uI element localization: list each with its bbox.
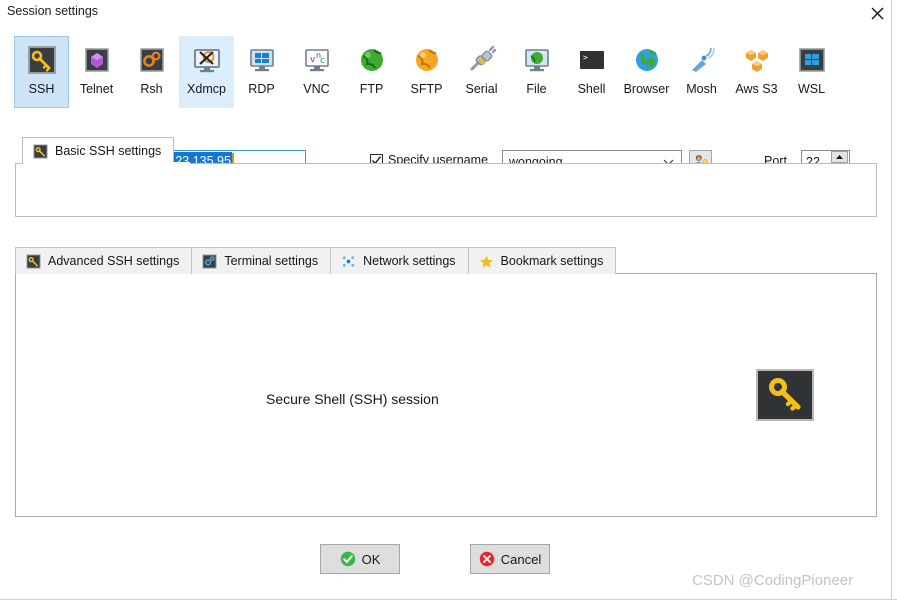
- protocol-label: Aws S3: [735, 82, 778, 96]
- tab-bookmark-settings[interactable]: Bookmark settings: [467, 247, 617, 274]
- basic-ssh-settings-group: Basic SSH settings Remote host * 172.23.…: [15, 137, 877, 217]
- protocol-label: SFTP: [410, 82, 443, 96]
- ok-button[interactable]: OK: [320, 544, 400, 574]
- tab-label: Network settings: [363, 254, 456, 268]
- protocol-label: SSH: [28, 82, 55, 96]
- window-bottom-border: [0, 599, 897, 604]
- session-settings-window: Session settings SSH Telnet Rsh Xdmcp RD…: [0, 0, 897, 604]
- tab-label: Bookmark settings: [500, 254, 604, 268]
- star-icon: [479, 254, 493, 268]
- protocol-wsl[interactable]: WSL: [784, 36, 839, 108]
- protocol-sftp[interactable]: SFTP: [399, 36, 454, 108]
- protocol-label: File: [526, 82, 547, 96]
- protocol-label: Telnet: [79, 82, 114, 96]
- protocol-ssh[interactable]: SSH: [14, 36, 69, 108]
- session-description: Secure Shell (SSH) session: [266, 391, 439, 407]
- basic-ssh-settings-body: [15, 163, 877, 217]
- xdmcp-monitor-icon: [193, 49, 220, 73]
- sftp-globe-icon: [415, 49, 438, 71]
- protocol-rsh[interactable]: Rsh: [124, 36, 179, 108]
- protocol-label: Mosh: [686, 82, 717, 96]
- aws-s3-icon: [745, 50, 768, 72]
- ftp-globe-icon: [360, 49, 383, 71]
- protocol-label: RDP: [248, 82, 275, 96]
- watermark: CSDN @CodingPioneer: [692, 572, 854, 589]
- protocol-ftp[interactable]: FTP: [344, 36, 399, 108]
- protocol-label: Browser: [623, 82, 670, 96]
- shell-terminal-icon: >: [579, 51, 604, 69]
- protocol-rdp[interactable]: RDP: [234, 36, 289, 108]
- protocol-label: FTP: [359, 82, 384, 96]
- svg-text:c: c: [320, 56, 325, 66]
- tab-advanced-ssh-settings[interactable]: Advanced SSH settings: [15, 247, 192, 274]
- port-increment-button[interactable]: [831, 151, 848, 162]
- protocol-browser[interactable]: Browser: [619, 36, 674, 108]
- protocol-toolbar: SSH Telnet Rsh Xdmcp RDP v n c VNC FTP S…: [14, 36, 839, 108]
- basic-ssh-settings-tab[interactable]: Basic SSH settings: [22, 137, 175, 164]
- cancel-label: Cancel: [500, 551, 542, 567]
- protocol-mosh[interactable]: Mosh: [674, 36, 729, 108]
- basic-tab-label: Basic SSH settings: [55, 144, 162, 158]
- protocol-label: Serial: [465, 82, 498, 96]
- serial-plug-icon: [470, 45, 496, 71]
- protocol-label: VNC: [303, 82, 330, 96]
- ssh-key-icon: [33, 143, 48, 159]
- rdp-windows-icon: [249, 49, 274, 72]
- protocol-serial[interactable]: Serial: [454, 36, 509, 108]
- title-bar: Session settings: [0, 0, 897, 26]
- vnc-monitor-icon: v n c: [304, 49, 329, 72]
- tab-network-settings[interactable]: Network settings: [330, 247, 468, 274]
- ssh-key-icon: [27, 46, 56, 74]
- protocol-telnet[interactable]: Telnet: [69, 36, 124, 108]
- protocol-vnc[interactable]: v n c VNC: [289, 36, 344, 108]
- tab-label: Terminal settings: [224, 254, 319, 268]
- x-circle-icon: [479, 551, 495, 567]
- protocol-xdmcp[interactable]: Xdmcp: [179, 36, 234, 108]
- telnet-icon: [84, 48, 109, 72]
- close-icon[interactable]: [865, 3, 889, 23]
- session-content-panel: Secure Shell (SSH) session: [15, 273, 877, 517]
- rsh-gears-icon: [139, 48, 164, 72]
- protocol-shell[interactable]: > Shell: [564, 36, 619, 108]
- window-right-border: [891, 0, 897, 604]
- wsl-windows-icon: [798, 48, 825, 72]
- tab-label: Advanced SSH settings: [48, 254, 180, 268]
- ssh-key-large-icon: [756, 369, 814, 421]
- check-circle-icon: [340, 551, 356, 567]
- tab-terminal-settings[interactable]: Terminal settings: [191, 247, 331, 274]
- settings-tab-strip: Advanced SSH settings Terminal settings …: [15, 247, 877, 274]
- terminal-icon: [202, 253, 217, 269]
- mosh-satellite-icon: [691, 47, 715, 72]
- tab-seam-mask: [23, 162, 190, 165]
- protocol-label: Shell: [577, 82, 606, 96]
- protocol-file[interactable]: File: [509, 36, 564, 108]
- network-dots-icon: [343, 255, 355, 267]
- key-icon: [26, 253, 41, 269]
- protocol-label: WSL: [797, 82, 826, 96]
- window-title: Session settings: [7, 4, 99, 18]
- protocol-aws-s3[interactable]: Aws S3: [729, 36, 784, 108]
- browser-globe-icon: [635, 49, 658, 71]
- file-share-icon: [524, 49, 549, 72]
- svg-text:>: >: [583, 53, 588, 62]
- cancel-button[interactable]: Cancel: [470, 544, 550, 574]
- protocol-label: Xdmcp: [187, 82, 226, 96]
- protocol-label: Rsh: [140, 82, 163, 96]
- ok-label: OK: [361, 551, 381, 567]
